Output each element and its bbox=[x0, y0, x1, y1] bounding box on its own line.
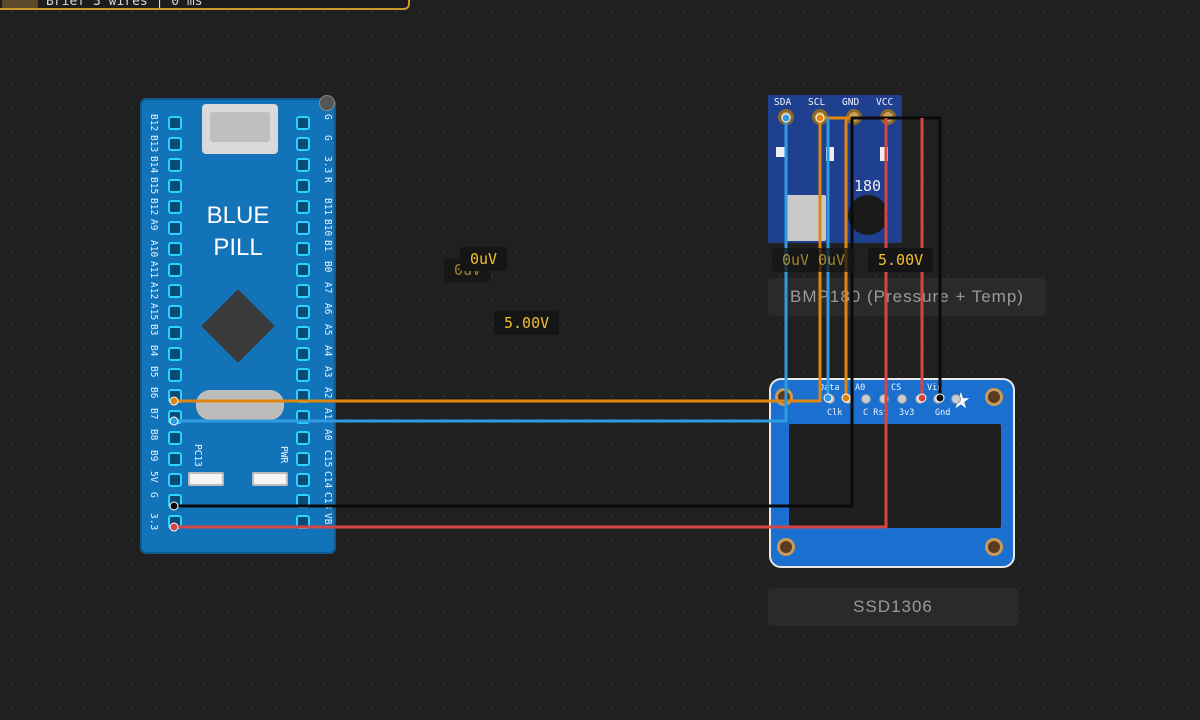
probe-2[interactable]: 0uV bbox=[460, 247, 508, 271]
wires-layer bbox=[169, 113, 945, 532]
wire-end-gnd bbox=[169, 501, 179, 511]
wire-end-vcc bbox=[169, 522, 179, 532]
probe-6[interactable]: 5.00V bbox=[868, 248, 934, 272]
wire-end-sda bbox=[169, 416, 179, 426]
probe-3[interactable]: 5.00V bbox=[494, 311, 560, 335]
wire-end-scl bbox=[169, 396, 179, 406]
probe-5[interactable]: 0uV bbox=[808, 248, 856, 272]
